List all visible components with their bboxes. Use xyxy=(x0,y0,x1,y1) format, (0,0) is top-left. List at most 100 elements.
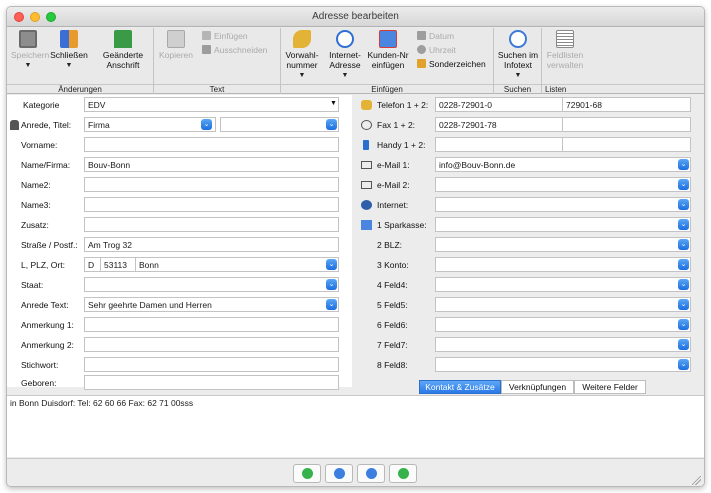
window-title: Adresse bearbeiten xyxy=(312,11,399,22)
title-bar: Adresse bearbeiten xyxy=(7,7,704,27)
group-label-text: Text xyxy=(154,84,280,94)
ort-dropdown-button[interactable]: ⌄ xyxy=(326,259,337,270)
handy2-input[interactable] xyxy=(562,137,691,152)
envelope-icon xyxy=(361,161,372,169)
titel-select[interactable] xyxy=(220,117,339,132)
save-button[interactable]: Speichern ▼ xyxy=(11,30,49,71)
sparkasse-dropdown-button[interactable]: ⌄ xyxy=(678,219,689,230)
feld7-dropdown-button[interactable]: ⌄ xyxy=(678,339,689,350)
customer-number-icon xyxy=(379,30,397,48)
anrede-text-dropdown-button[interactable]: ⌄ xyxy=(326,299,337,310)
address-edit-window: Adresse bearbeiten Speichern ▼ Schließen… xyxy=(6,6,705,487)
first-record-icon xyxy=(302,468,313,479)
globe-icon xyxy=(361,200,372,210)
titel-dropdown-button[interactable]: ⌄ xyxy=(326,119,337,130)
name3-input[interactable] xyxy=(84,197,339,212)
feld8-dropdown-button[interactable]: ⌄ xyxy=(678,359,689,370)
staat-dropdown-button[interactable]: ⌄ xyxy=(326,279,337,290)
feld5-input[interactable] xyxy=(435,297,691,312)
insert-customer-number-button[interactable]: Kunden-Nr einfügen xyxy=(367,30,409,70)
cut-button[interactable]: Ausschneiden xyxy=(202,45,267,56)
main-content: Kategorie EDV ▼ Anrede, Titel: Firma ⌄ ⌄… xyxy=(7,95,704,457)
fax2-input[interactable] xyxy=(562,117,691,132)
ort-input[interactable]: Bonn xyxy=(135,257,339,272)
group-einfuegen: Vorwahl- nummer ▼ Internet- Adresse ▼ Ku… xyxy=(281,28,494,94)
feld8-input[interactable] xyxy=(435,357,691,372)
feld4-dropdown-button[interactable]: ⌄ xyxy=(678,279,689,290)
next-record-button[interactable] xyxy=(357,464,385,483)
list-icon xyxy=(556,30,574,48)
notes-textarea[interactable]: in Bonn Duisdorf: Tel: 62 60 66 Fax: 62 … xyxy=(7,395,704,457)
zusatz-input[interactable] xyxy=(84,217,339,232)
special-characters-button[interactable]: Sonderzeichen xyxy=(417,59,486,70)
telefon1-input[interactable]: 0228-72901-0 xyxy=(435,97,563,112)
konto-input[interactable] xyxy=(435,257,691,272)
geboren-input[interactable] xyxy=(84,375,339,390)
staat-select[interactable] xyxy=(84,277,339,292)
name2-input[interactable] xyxy=(84,177,339,192)
phone-handset-icon xyxy=(293,30,311,48)
area-code-button[interactable]: Vorwahl- nummer ▼ xyxy=(283,30,321,81)
bank-icon xyxy=(361,220,372,230)
copy-icon xyxy=(167,30,185,48)
group-text: Kopieren Einfügen Ausschneiden Text xyxy=(154,28,281,94)
email1-input[interactable]: info@Bouv-Bonn.de xyxy=(435,157,691,172)
tab-verknuepfungen[interactable]: Verknüpfungen xyxy=(501,380,574,394)
telefon2-input[interactable]: 72901-68 xyxy=(562,97,691,112)
blz-input[interactable] xyxy=(435,237,691,252)
search-infotext-button[interactable]: Suchen im Infotext ▼ xyxy=(496,30,540,81)
anmerkung1-input[interactable] xyxy=(84,317,339,332)
feld4-input[interactable] xyxy=(435,277,691,292)
chevron-down-icon: ▼ xyxy=(65,62,73,69)
konto-dropdown-button[interactable]: ⌄ xyxy=(678,259,689,270)
chevron-down-icon: ▼ xyxy=(298,72,306,79)
kategorie-select[interactable]: EDV xyxy=(84,97,339,112)
email2-dropdown-button[interactable]: ⌄ xyxy=(678,179,689,190)
strasse-input[interactable]: Am Trog 32 xyxy=(84,237,339,252)
feld6-input[interactable] xyxy=(435,317,691,332)
tab-weitere-felder[interactable]: Weitere Felder xyxy=(574,380,646,394)
feld5-dropdown-button[interactable]: ⌄ xyxy=(678,299,689,310)
insert-time-button[interactable]: Uhrzeit xyxy=(417,45,456,56)
previous-record-icon xyxy=(334,468,345,479)
feld7-input[interactable] xyxy=(435,337,691,352)
internet-dropdown-button[interactable]: ⌄ xyxy=(678,199,689,210)
plz-input[interactable]: 53113 xyxy=(100,257,136,272)
email2-input[interactable] xyxy=(435,177,691,192)
resize-handle[interactable] xyxy=(692,476,701,485)
stichwort-input[interactable] xyxy=(84,357,339,372)
email1-dropdown-button[interactable]: ⌄ xyxy=(678,159,689,170)
sparkasse-input[interactable] xyxy=(435,217,691,232)
insert-date-button[interactable]: Datum xyxy=(417,31,454,42)
globe-icon xyxy=(336,30,354,48)
record-navigation-bar xyxy=(7,458,704,486)
land-input[interactable]: D xyxy=(84,257,101,272)
paste-button[interactable]: Einfügen xyxy=(202,31,248,42)
internet-address-button[interactable]: Internet- Adresse ▼ xyxy=(325,30,365,81)
anrede-select[interactable]: Firma xyxy=(84,117,216,132)
close-button[interactable]: Schließen ▼ xyxy=(49,30,89,71)
changed-address-button[interactable]: Geänderte Anschrift xyxy=(95,30,151,70)
last-record-button[interactable] xyxy=(389,464,417,483)
previous-record-button[interactable] xyxy=(325,464,353,483)
name-firma-input[interactable]: Bouv-Bonn xyxy=(84,157,339,172)
blz-dropdown-button[interactable]: ⌄ xyxy=(678,239,689,250)
copy-button[interactable]: Kopieren xyxy=(158,30,194,60)
handy1-input[interactable] xyxy=(435,137,563,152)
manage-field-lists-button[interactable]: Feldlisten verwalten xyxy=(544,30,586,70)
house-icon xyxy=(114,30,132,48)
fax1-input[interactable]: 0228-72901-78 xyxy=(435,117,563,132)
feld6-dropdown-button[interactable]: ⌄ xyxy=(678,319,689,330)
anmerkung2-input[interactable] xyxy=(84,337,339,352)
anrede-text-select[interactable]: Sehr geehrte Damen und Herren xyxy=(84,297,339,312)
tab-kontakt-zusaetze[interactable]: Kontakt & Zusätze xyxy=(419,380,501,394)
group-listen: Feldlisten verwalten Listen xyxy=(542,28,704,94)
vorname-input[interactable] xyxy=(84,137,339,152)
group-aenderungen: Speichern ▼ Schließen ▼ Geänderte Anschr… xyxy=(7,28,154,94)
internet-input[interactable] xyxy=(435,197,691,212)
chevron-down-icon[interactable]: ▼ xyxy=(330,100,337,107)
first-record-button[interactable] xyxy=(293,464,321,483)
last-record-icon xyxy=(398,468,409,479)
floppy-disk-icon xyxy=(19,30,37,48)
anrede-dropdown-button[interactable]: ⌄ xyxy=(201,119,212,130)
